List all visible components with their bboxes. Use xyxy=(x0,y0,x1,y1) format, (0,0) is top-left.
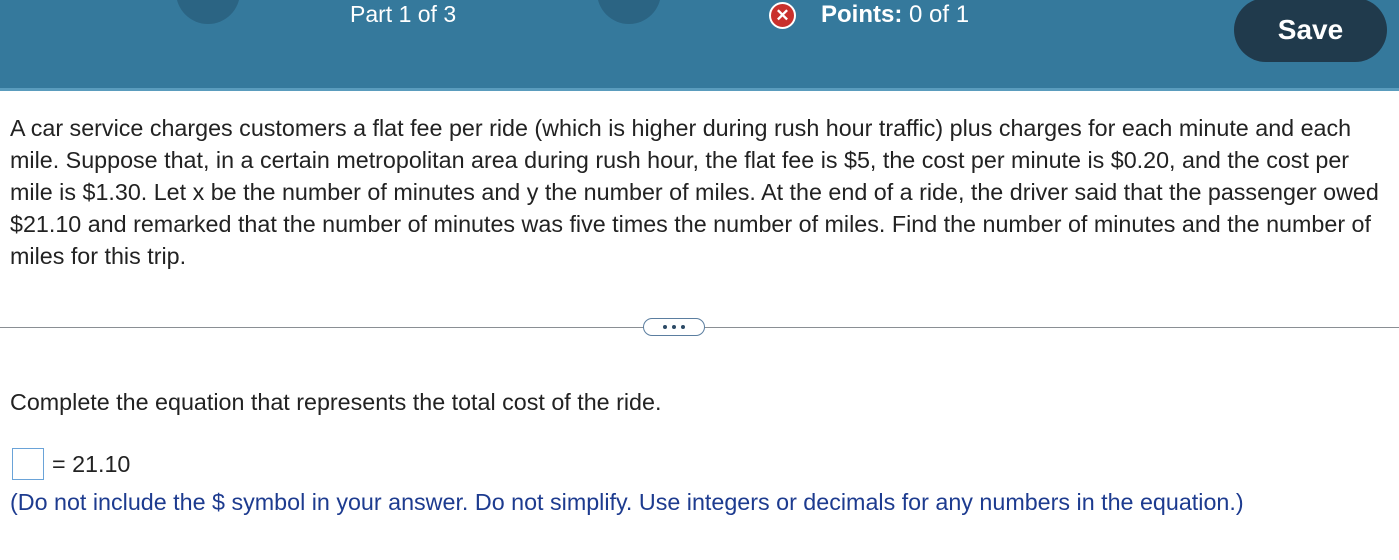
next-part-button[interactable] xyxy=(597,0,661,24)
points-value: 0 of 1 xyxy=(909,1,970,28)
part-instruction: Complete the equation that represents th… xyxy=(10,389,662,415)
part-indicator: Part 1 of 3 xyxy=(350,1,457,27)
points-text: Points: 0 of 1 xyxy=(821,1,969,29)
ellipsis-icon xyxy=(672,325,676,329)
save-button[interactable]: Save xyxy=(1234,0,1387,62)
answer-input[interactable] xyxy=(12,448,44,480)
equation-rhs: = 21.10 xyxy=(52,450,131,477)
x-circle-icon: ✕ xyxy=(769,1,796,29)
ellipsis-icon xyxy=(681,325,685,329)
previous-part-button[interactable] xyxy=(176,0,240,24)
answer-note: (Do not include the $ symbol in your ans… xyxy=(10,489,1244,515)
points-label: Points: xyxy=(821,1,903,28)
points-status: ✕ Points: 0 of 1 xyxy=(769,0,969,30)
ellipsis-icon xyxy=(663,325,667,329)
question-text: A car service charges customers a flat f… xyxy=(10,115,1379,269)
equation-row: = 21.10 xyxy=(12,446,130,482)
expand-more-button[interactable] xyxy=(643,318,705,336)
top-bar: Part 1 of 3 ✕ Points: 0 of 1 Save xyxy=(0,0,1399,91)
